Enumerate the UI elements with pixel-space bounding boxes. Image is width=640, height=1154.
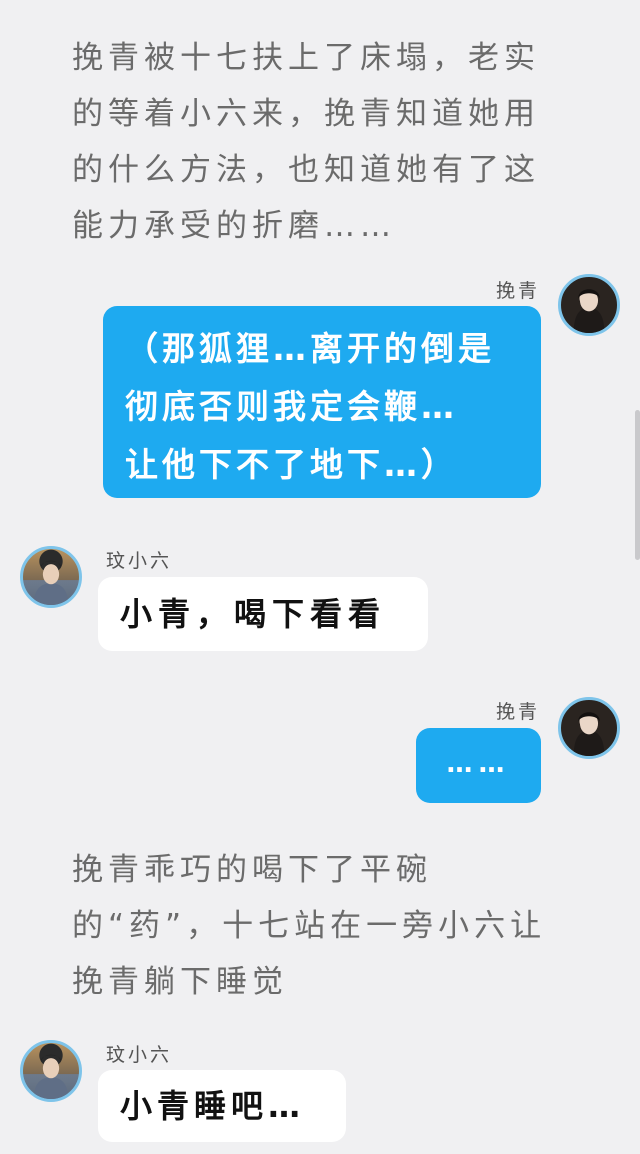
avatar[interactable] xyxy=(558,274,620,336)
portrait-icon xyxy=(33,1054,69,1099)
message-bubble[interactable]: （那狐狸…离开的倒是 彻底否则我定会鞭… 让他下不了地下…） xyxy=(103,306,541,498)
message-text: 小青，喝下看看 xyxy=(120,595,387,633)
scrollbar[interactable] xyxy=(635,410,640,560)
narration-text: 挽青乖巧的喝下了平碗的“药”，十七站在一旁小六让挽青躺下睡觉 xyxy=(72,852,547,1000)
sender-name: 玟小六 xyxy=(106,1044,173,1066)
message-bubble[interactable]: …… xyxy=(416,728,541,803)
narration-text: 挽青被十七扶上了床塌，老实的等着小六来，挽青知道她用的什么方法，也知道她有了这能… xyxy=(72,40,540,244)
avatar[interactable] xyxy=(20,546,82,608)
avatar[interactable] xyxy=(558,697,620,759)
message-text: （那狐狸…离开的倒是 彻底否则我定会鞭… 让他下不了地下…） xyxy=(125,329,495,484)
message-bubble[interactable]: 小青睡吧… xyxy=(98,1070,346,1142)
portrait-icon xyxy=(573,289,605,333)
message-bubble[interactable]: 小青，喝下看看 xyxy=(98,577,428,651)
sender-name: 挽青 xyxy=(495,280,540,302)
portrait-icon xyxy=(33,560,69,605)
sender-name: 玟小六 xyxy=(106,550,173,572)
avatar[interactable] xyxy=(20,1040,82,1102)
sender-name: 挽青 xyxy=(495,701,540,723)
message-text: …… xyxy=(446,749,511,779)
portrait-icon xyxy=(573,712,605,756)
message-text: 小青睡吧… xyxy=(120,1087,306,1125)
